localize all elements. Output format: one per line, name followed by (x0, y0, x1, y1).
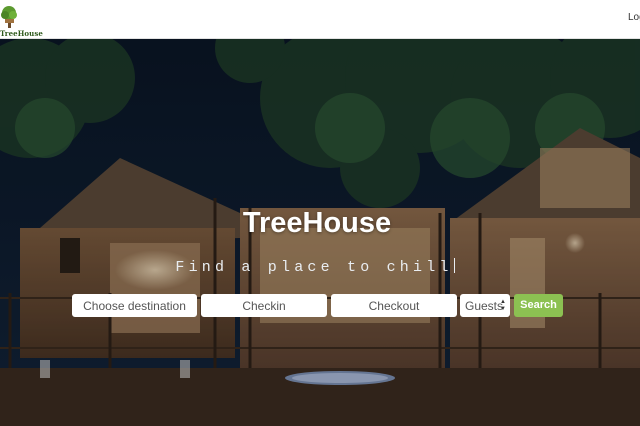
top-navbar: TreeHouse Log (0, 0, 640, 39)
tagline-text: Find a place to chill (175, 259, 453, 276)
up-down-arrow-icon: ▲ ▼ (500, 299, 506, 312)
checkout-input[interactable]: Checkout (331, 294, 457, 317)
hero-tagline: Find a place to chill (0, 258, 630, 276)
typing-cursor (453, 258, 455, 273)
guests-select[interactable]: Guests ▲ ▼ (460, 294, 510, 317)
destination-input[interactable]: Choose destination (72, 294, 197, 317)
guests-select-label: Guests (465, 299, 504, 313)
search-button[interactable]: Search (514, 294, 563, 317)
treehouse-logo[interactable]: TreeHouse (0, 4, 43, 38)
checkin-input[interactable]: Checkin (201, 294, 327, 317)
login-link[interactable]: Log (628, 12, 640, 23)
logo-text: TreeHouse (0, 29, 43, 38)
hero-title: TreeHouse (242, 207, 392, 239)
